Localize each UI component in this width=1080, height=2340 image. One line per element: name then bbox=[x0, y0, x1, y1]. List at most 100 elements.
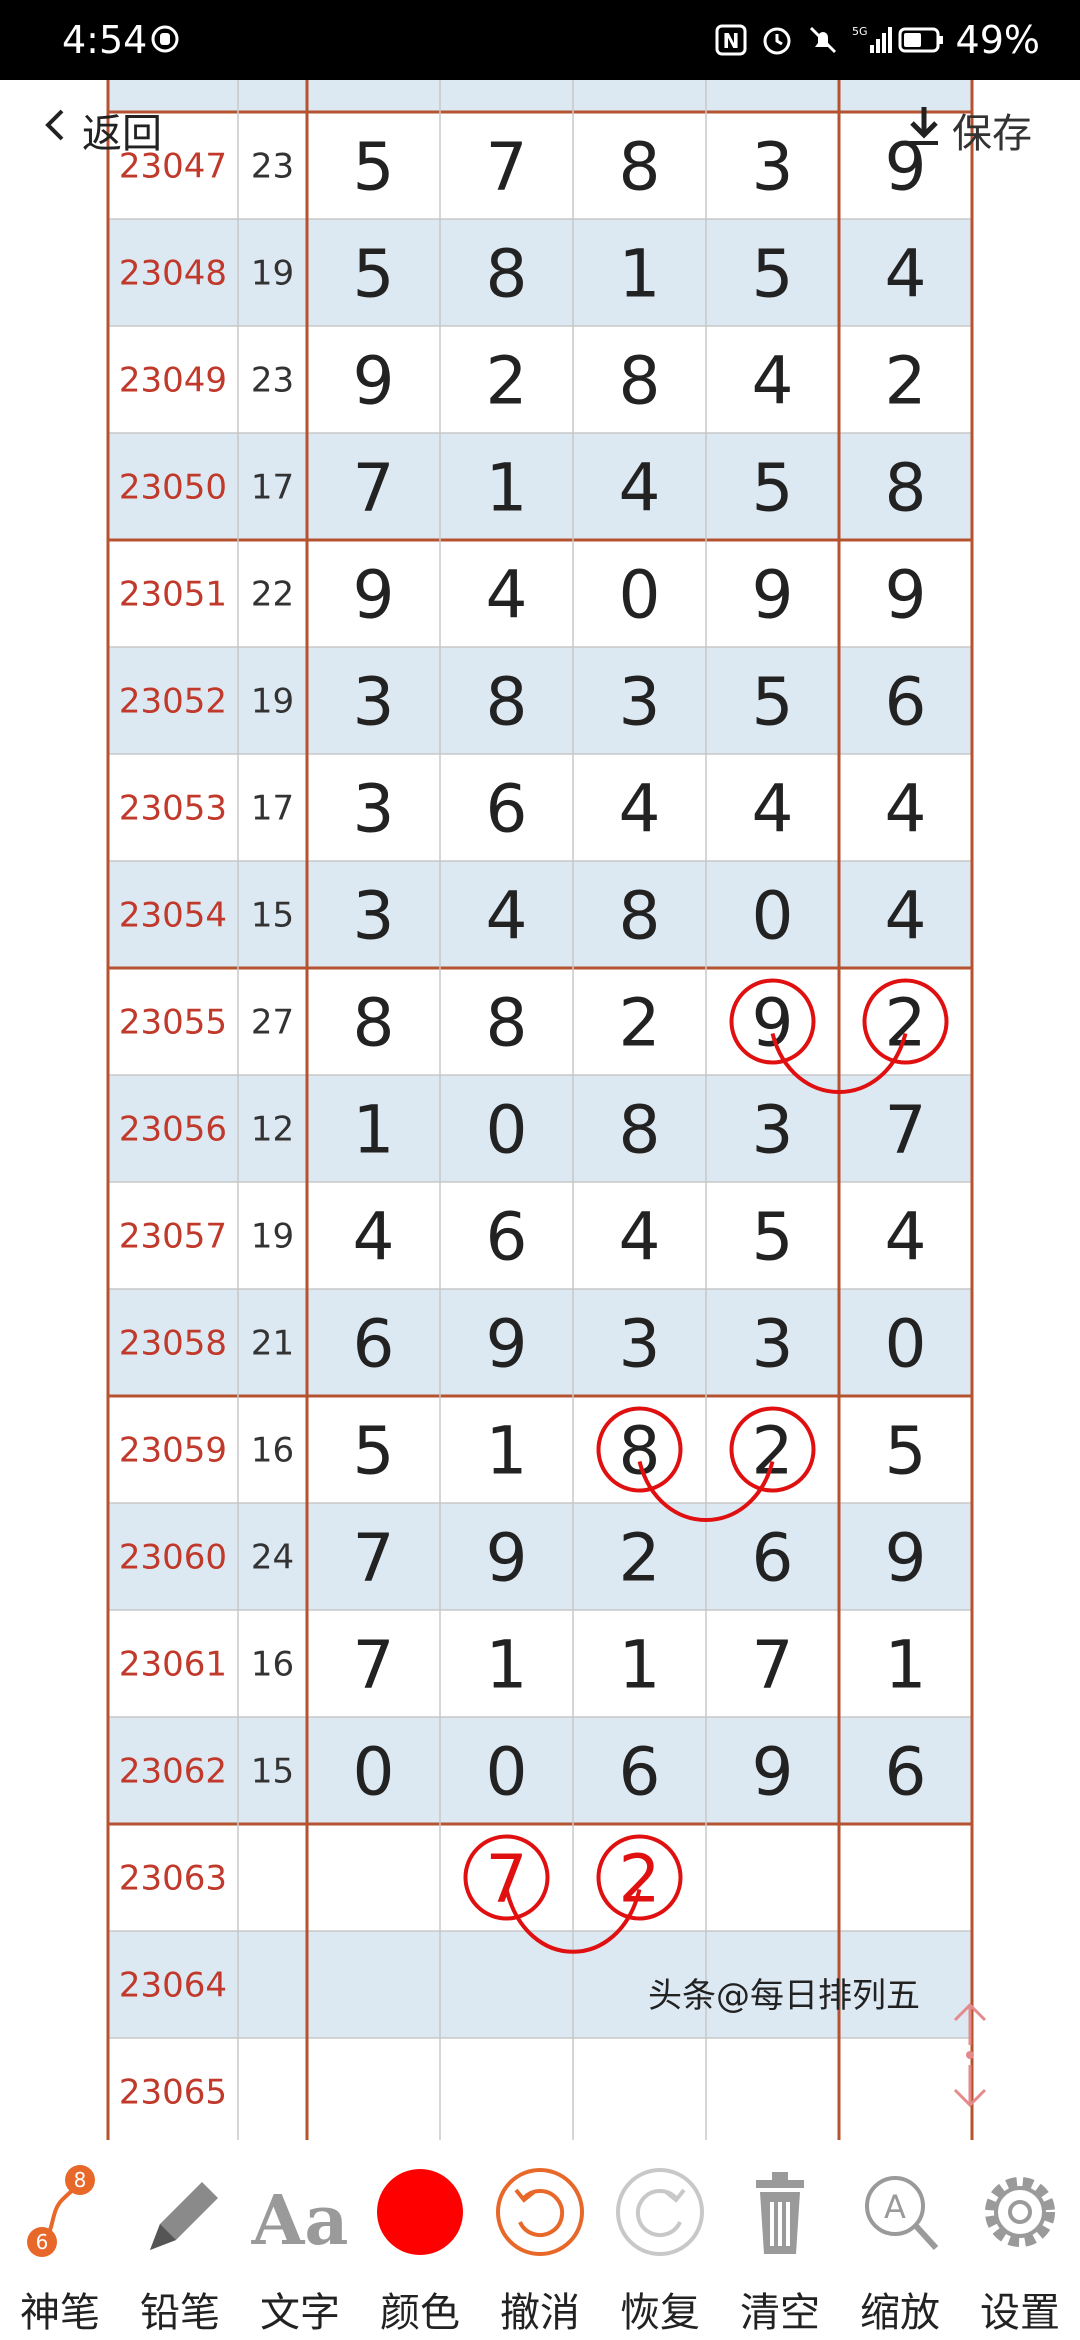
back-button[interactable]: 返回 bbox=[40, 100, 162, 160]
digit-cell: 6 bbox=[486, 1199, 528, 1276]
digit-cell: 8 bbox=[486, 236, 528, 313]
tool-label: 恢复 bbox=[620, 2290, 700, 2336]
period-cell: 23064 bbox=[119, 1966, 227, 2006]
tool-label: 撤消 bbox=[500, 2290, 580, 2336]
digit-cell: 4 bbox=[885, 771, 927, 848]
digit-cell: 7 bbox=[752, 1627, 794, 1704]
digit-cell: 2 bbox=[885, 985, 927, 1062]
digit-cell: 0 bbox=[619, 557, 661, 634]
tool-zoom[interactable]: A 缩放 bbox=[840, 2140, 960, 2340]
digit-cell: 2 bbox=[885, 343, 927, 420]
sum-cell: 16 bbox=[251, 1431, 294, 1471]
digit-cell: 9 bbox=[486, 1520, 528, 1597]
magic-pen-icon: 8 6 bbox=[0, 2162, 120, 2262]
period-cell: 23059 bbox=[119, 1431, 227, 1471]
lottery-trend-table[interactable]: 23047 23 5 7 8 3 9 23048 19 5 8 1 5 4 23049 23 9 2 8 4 2 2305… bbox=[0, 80, 1080, 2140]
digit-cell: 8 bbox=[353, 985, 395, 1062]
digit-cell: 7 bbox=[885, 1092, 927, 1169]
digit-cell: 4 bbox=[752, 771, 794, 848]
digit-cell: 1 bbox=[885, 1627, 927, 1704]
digit-cell: 8 bbox=[885, 450, 927, 527]
digit-cell: 2 bbox=[486, 343, 528, 420]
bottom-toolbar: 8 6 神笔 铅笔 Aa 文字 颜色 撤消 恢复 清空 A 缩放 设置 bbox=[0, 2140, 1080, 2340]
save-button[interactable]: 保存 bbox=[906, 100, 1032, 160]
digit-cell: 3 bbox=[752, 129, 794, 206]
sum-cell: 16 bbox=[251, 1645, 294, 1685]
battery-percent: 49% bbox=[955, 18, 1040, 62]
period-cell: 23061 bbox=[119, 1645, 227, 1685]
color-dot-icon bbox=[360, 2162, 480, 2262]
tool-pencil[interactable]: 铅笔 bbox=[120, 2140, 240, 2340]
scroll-handle[interactable] bbox=[945, 2000, 995, 2110]
tool-color[interactable]: 颜色 bbox=[360, 2140, 480, 2340]
period-cell: 23058 bbox=[119, 1324, 227, 1364]
digit-cell: 7 bbox=[353, 1627, 395, 1704]
chevron-left-icon bbox=[40, 105, 70, 155]
tool-undo[interactable]: 撤消 bbox=[480, 2140, 600, 2340]
digit-cell: 5 bbox=[752, 664, 794, 741]
digit-cell: 4 bbox=[619, 771, 661, 848]
digit-cell: 8 bbox=[619, 343, 661, 420]
period-cell: 23054 bbox=[119, 896, 227, 936]
digit-cell: 6 bbox=[885, 1734, 927, 1811]
sum-cell: 12 bbox=[251, 1110, 294, 1150]
signal-icon: 5G bbox=[852, 23, 892, 57]
digit-cell: 8 bbox=[619, 129, 661, 206]
digit-cell: 2 bbox=[619, 1520, 661, 1597]
digit-cell: 5 bbox=[353, 236, 395, 313]
digit-cell: 0 bbox=[486, 1734, 528, 1811]
tool-magic-pen[interactable]: 8 6 神笔 bbox=[0, 2140, 120, 2340]
digit-cell: 1 bbox=[619, 236, 661, 313]
sum-cell: 17 bbox=[251, 789, 294, 829]
digit-cell: 9 bbox=[752, 1734, 794, 1811]
digit-cell: 6 bbox=[885, 664, 927, 741]
period-cell: 23065 bbox=[119, 2073, 227, 2113]
sum-cell: 24 bbox=[251, 1538, 294, 1578]
sum-cell: 15 bbox=[251, 1752, 294, 1792]
digit-cell: 3 bbox=[353, 664, 395, 741]
period-cell: 23052 bbox=[119, 682, 227, 722]
digit-cell: 5 bbox=[752, 236, 794, 313]
digit-cell: 6 bbox=[619, 1734, 661, 1811]
trash-icon bbox=[720, 2162, 840, 2262]
period-cell: 23053 bbox=[119, 789, 227, 829]
digit-cell: 1 bbox=[486, 450, 528, 527]
digit-cell: 4 bbox=[486, 878, 528, 955]
period-cell: 23055 bbox=[119, 1003, 227, 1043]
digit-cell: 4 bbox=[885, 236, 927, 313]
sum-cell: 21 bbox=[251, 1324, 294, 1364]
digit-cell: 4 bbox=[486, 557, 528, 634]
digit-cell: 4 bbox=[885, 1199, 927, 1276]
period-cell: 23056 bbox=[119, 1110, 227, 1150]
status-icons: N 5G 49% bbox=[714, 14, 1040, 66]
pencil-icon bbox=[120, 2162, 240, 2262]
sum-cell: 22 bbox=[251, 575, 294, 615]
nfc-icon: N bbox=[714, 23, 748, 57]
sum-cell: 27 bbox=[251, 1003, 294, 1043]
digit-cell: 3 bbox=[752, 1092, 794, 1169]
digit-cell: 8 bbox=[619, 1413, 661, 1490]
period-cell: 23063 bbox=[119, 1859, 227, 1899]
digit-cell: 9 bbox=[752, 985, 794, 1062]
digit-cell: 4 bbox=[619, 450, 661, 527]
sum-cell: 19 bbox=[251, 682, 294, 722]
period-cell: 23051 bbox=[119, 575, 227, 615]
tool-settings[interactable]: 设置 bbox=[960, 2140, 1080, 2340]
digit-cell: 9 bbox=[486, 1306, 528, 1383]
mute-icon bbox=[806, 23, 840, 57]
digit-cell: 5 bbox=[353, 129, 395, 206]
tool-clear[interactable]: 清空 bbox=[720, 2140, 840, 2340]
digit-cell: 4 bbox=[353, 1199, 395, 1276]
digit-cell: 3 bbox=[619, 1306, 661, 1383]
text-aa-icon: Aa bbox=[240, 2162, 360, 2262]
tool-text[interactable]: Aa 文字 bbox=[240, 2140, 360, 2340]
digit-cell: 5 bbox=[752, 450, 794, 527]
digit-cell: 0 bbox=[486, 1092, 528, 1169]
period-cell: 23060 bbox=[119, 1538, 227, 1578]
alarm-icon bbox=[760, 23, 794, 57]
digit-cell: 9 bbox=[885, 1520, 927, 1597]
digit-cell: 1 bbox=[486, 1627, 528, 1704]
battery-icon bbox=[898, 23, 944, 57]
sum-cell: 19 bbox=[251, 1217, 294, 1257]
tool-redo[interactable]: 恢复 bbox=[600, 2140, 720, 2340]
